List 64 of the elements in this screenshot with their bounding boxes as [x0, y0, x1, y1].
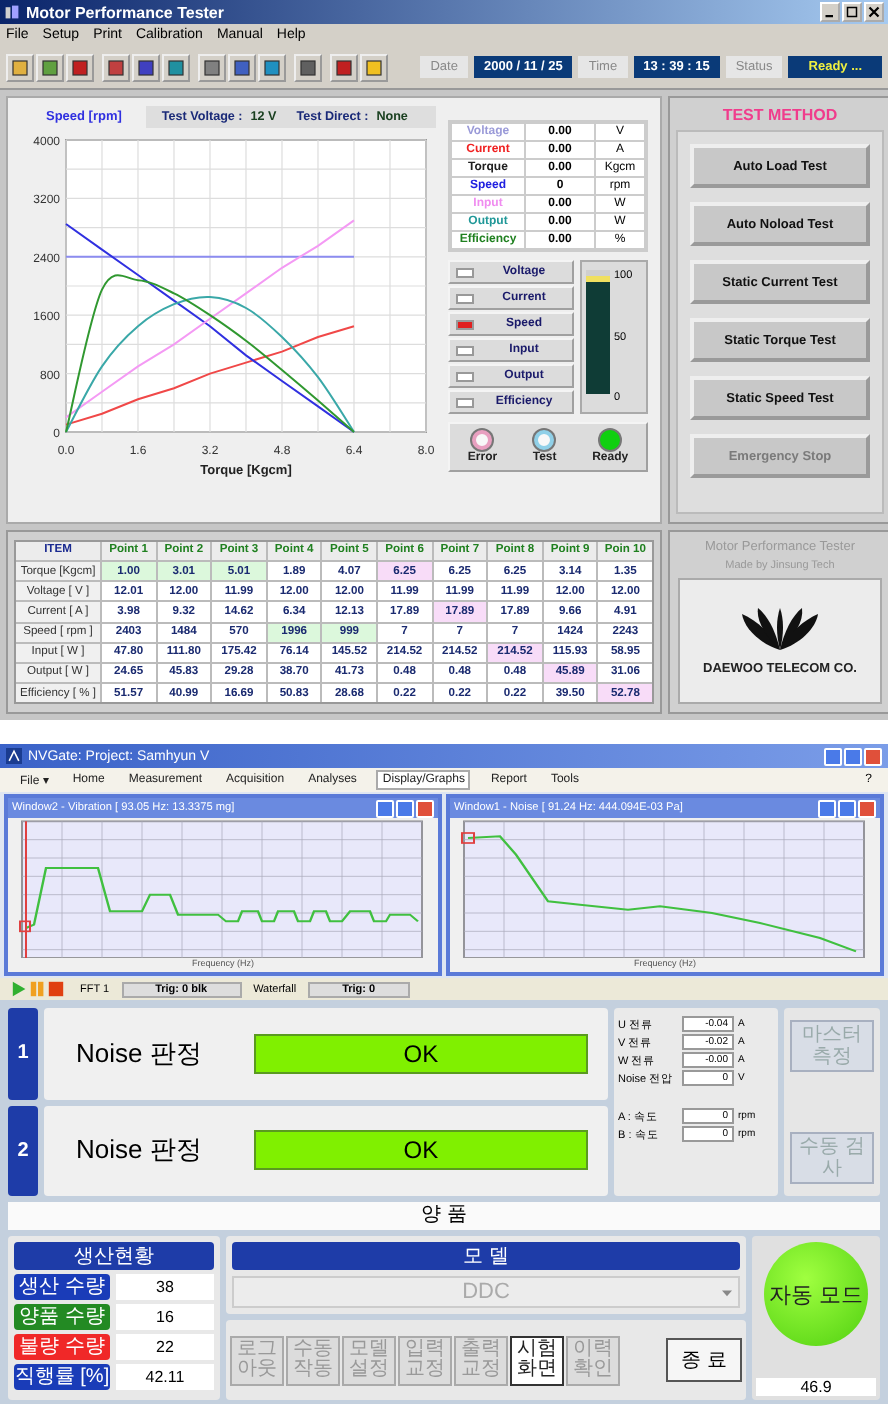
- square-icon: [40, 57, 60, 77]
- app-icon: [4, 4, 20, 20]
- square-icon: [298, 57, 318, 77]
- toolbar-button[interactable]: [258, 53, 286, 81]
- count-label: 불량 수량: [14, 1334, 110, 1360]
- square-icon: [334, 57, 354, 77]
- toolbar-button[interactable]: [198, 53, 226, 81]
- panel-title: 모 델: [232, 1242, 740, 1270]
- dropdown-arrow-icon: [722, 1287, 732, 1297]
- square-icon: [262, 57, 282, 77]
- count-field: 42.11: [116, 1364, 214, 1390]
- line-number-badge: 1: [8, 1008, 38, 1099]
- count-field: 38: [116, 1274, 214, 1300]
- nav-button[interactable]: 시험 화면: [510, 1335, 564, 1385]
- toolbar-button[interactable]: [6, 53, 34, 81]
- square-icon: [364, 57, 384, 77]
- toolbar-button[interactable]: [36, 53, 64, 81]
- toolbar-button[interactable]: [132, 53, 160, 81]
- square-icon: [10, 57, 30, 77]
- count-field: 16: [116, 1304, 214, 1330]
- square-icon: [202, 57, 222, 77]
- line-number-badge: 2: [8, 1105, 38, 1196]
- window-title: Motor Performance Tester: [26, 3, 226, 21]
- fan-logo-icon: [740, 607, 820, 651]
- square-icon: [136, 57, 156, 77]
- maximize-button[interactable]: [842, 2, 862, 22]
- app-icon: [6, 748, 22, 764]
- transport-controls-icon[interactable]: [8, 980, 68, 998]
- checkbox[interactable]: [456, 319, 474, 329]
- square-icon: [106, 57, 126, 77]
- square-icon: [166, 57, 186, 77]
- count-label: 직행률 [%]: [14, 1364, 110, 1390]
- square-icon: [232, 57, 252, 77]
- count-field: 22: [116, 1334, 214, 1360]
- reading-field: 46.9: [756, 1378, 876, 1396]
- count-label: 생산 수량: [14, 1274, 110, 1300]
- dropdown-value: DDC: [462, 1280, 510, 1304]
- checkbox[interactable]: [456, 293, 474, 303]
- maximize-icon: [846, 6, 858, 18]
- square-icon: [70, 57, 90, 77]
- panel-title: 생산현황: [14, 1242, 214, 1270]
- toolbar-button[interactable]: [294, 53, 322, 81]
- toolbar-button[interactable]: [360, 53, 388, 81]
- toolbar-button[interactable]: [102, 53, 130, 81]
- checkbox[interactable]: [456, 397, 474, 407]
- toolbar-button[interactable]: [162, 53, 190, 81]
- toolbar-button[interactable]: [66, 53, 94, 81]
- close-icon: [868, 6, 880, 18]
- checkbox[interactable]: [456, 345, 474, 355]
- test-label: Noise 판정: [76, 1035, 202, 1072]
- checkbox[interactable]: [456, 267, 474, 277]
- exit-button[interactable]: 종 료: [666, 1338, 742, 1382]
- result-indicator: OK: [253, 1033, 588, 1074]
- count-label: 양품 수량: [14, 1304, 110, 1330]
- toolbar-button[interactable]: [330, 53, 358, 81]
- test-label: Noise 판정: [76, 1132, 202, 1169]
- auto-mode-button[interactable]: 자동 모드: [764, 1242, 868, 1346]
- checkbox[interactable]: [456, 371, 474, 381]
- verdict-bar: 양 품: [8, 1202, 880, 1230]
- result-indicator: OK: [253, 1130, 588, 1171]
- minimize-button[interactable]: [820, 2, 840, 22]
- close-button[interactable]: [864, 2, 884, 22]
- toolbar-button[interactable]: [228, 53, 256, 81]
- panel-title: TEST METHOD: [722, 106, 838, 124]
